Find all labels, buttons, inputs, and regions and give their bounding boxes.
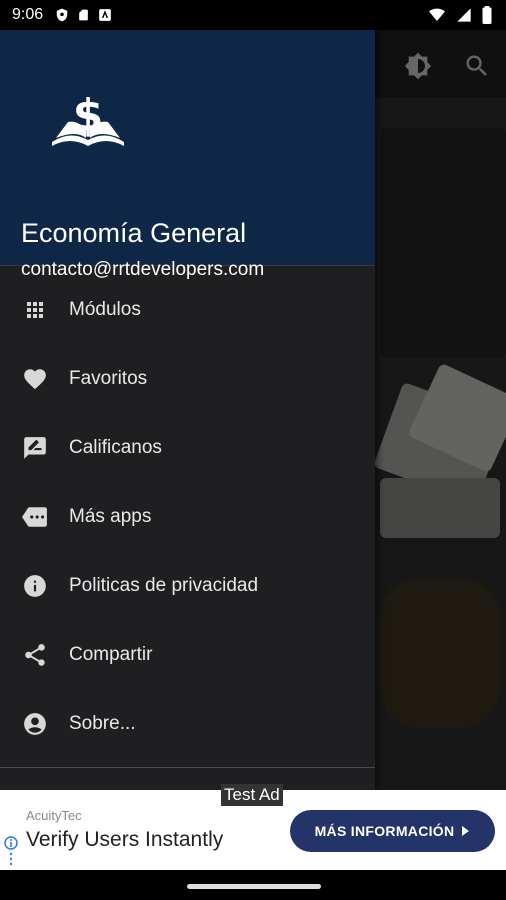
wifi-icon [429, 8, 445, 21]
menu-item-calificanos[interactable]: Calificanos [0, 413, 375, 482]
drawer-menu: Módulos Favoritos Calificanos Más apps P… [0, 275, 375, 758]
dollar-book-logo: $ [52, 90, 124, 146]
ad-info-icon[interactable] [4, 836, 18, 866]
svg-text:$: $ [73, 90, 104, 141]
status-time: 9:06 [12, 6, 44, 23]
share-icon [22, 642, 48, 668]
menu-item-mas-apps[interactable]: Más apps [0, 482, 375, 551]
battery-icon [482, 6, 492, 24]
shield-icon [56, 8, 68, 22]
navigation-drawer: $ Economía General contacto@rrtdeveloper… [0, 0, 375, 790]
divider [0, 767, 375, 768]
grid-icon [22, 297, 48, 323]
ad-banner[interactable]: Test Ad AcuityTec Verify Users Instantly… [0, 784, 506, 870]
menu-item-label: Más apps [69, 505, 152, 527]
gesture-handle[interactable] [187, 884, 321, 889]
ad-cta-button[interactable]: MÁS INFORMACIÓN [290, 810, 495, 852]
menu-item-label: Calificanos [69, 436, 162, 458]
menu-item-label: Sobre... [69, 712, 136, 734]
menu-item-sobre[interactable]: Sobre... [0, 689, 375, 758]
test-ad-label: Test Ad [221, 784, 283, 806]
menu-item-label: Favoritos [69, 367, 148, 389]
menu-item-modulos[interactable]: Módulos [0, 275, 375, 344]
play-arrow-icon [462, 826, 470, 836]
ad-headline[interactable]: Verify Users Instantly [26, 828, 223, 852]
menu-item-label: Politicas de privacidad [69, 574, 259, 596]
menu-item-favoritos[interactable]: Favoritos [0, 344, 375, 413]
status-bar: 9:06 [0, 0, 506, 30]
info-icon [22, 573, 48, 599]
menu-item-politicas[interactable]: Politicas de privacidad [0, 551, 375, 620]
sim-card-icon [79, 9, 88, 21]
signal-icon [457, 8, 471, 22]
system-nav-bar [0, 870, 506, 900]
more-apps-icon [22, 504, 48, 530]
heart-icon [22, 366, 48, 392]
menu-item-compartir[interactable]: Compartir [0, 620, 375, 689]
rate-review-icon [22, 435, 48, 461]
menu-item-label: Módulos [69, 298, 141, 320]
ad-sponsor: AcuityTec [26, 808, 82, 823]
app-notification-icon [99, 9, 111, 21]
menu-item-label: Compartir [69, 643, 153, 665]
app-title: Economía General [21, 218, 247, 248]
account-circle-icon [22, 711, 48, 737]
ad-cta-label: MÁS INFORMACIÓN [314, 823, 455, 839]
drawer-header: $ Economía General contacto@rrtdeveloper… [0, 30, 375, 280]
